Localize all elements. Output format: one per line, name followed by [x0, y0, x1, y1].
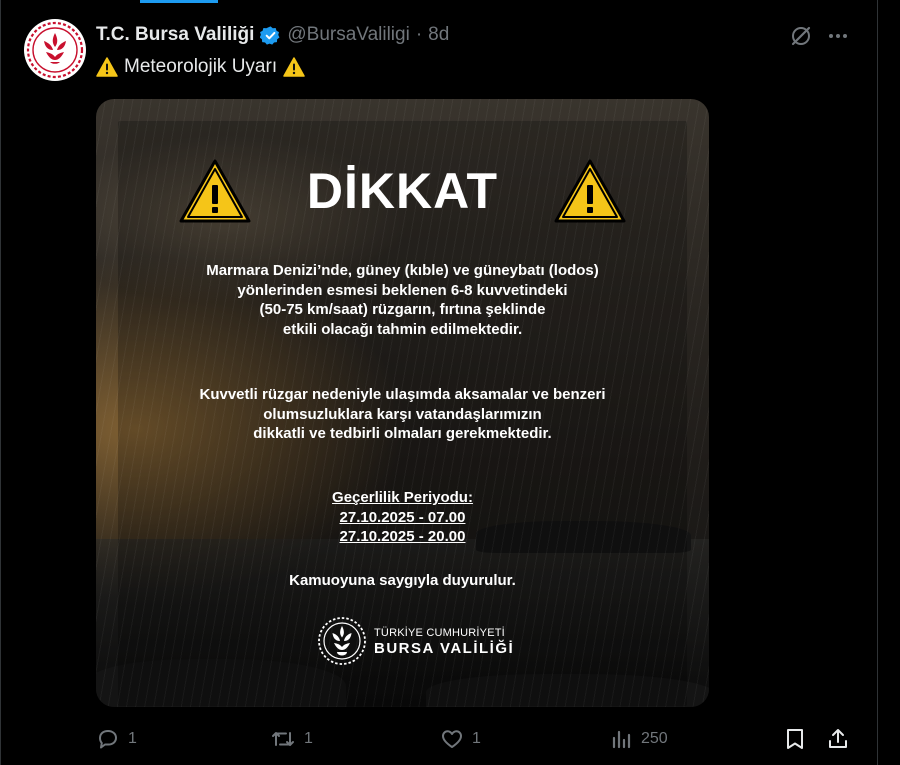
- views-icon: [612, 730, 631, 749]
- validity-period: Geçerlilik Periyodu: 27.10.2025 - 07.00 …: [96, 488, 709, 547]
- poster-line: Marmara Denizi’nde, güney (kıble) ve gün…: [206, 262, 599, 279]
- more-icon[interactable]: [826, 24, 850, 53]
- views-button[interactable]: 250: [611, 727, 668, 751]
- like-count: 1: [472, 730, 481, 747]
- poster-closing: Kamuoyuna saygıyla duyurulur.: [289, 572, 516, 589]
- like-icon: [442, 730, 462, 748]
- tab-indicator: [140, 0, 218, 3]
- validity-start: 27.10.2025 - 07.00: [339, 508, 466, 526]
- poster-line: (50-75 km/saat) rüzgarın, fırtına şeklin…: [259, 301, 546, 318]
- author-name[interactable]: T.C. Bursa Valiliği: [96, 24, 254, 46]
- validity-label: Geçerlilik Periyodu:: [332, 489, 473, 506]
- poster-line: yönlerinden esmesi beklenen 6-8 kuvvetin…: [237, 281, 568, 299]
- emblem-icon: [318, 617, 366, 665]
- warning-icon: [283, 57, 305, 77]
- tweet-media-image[interactable]: DİKKAT Marmara Denizi’nde, güney (kıble)…: [96, 99, 709, 707]
- repost-button[interactable]: 1: [270, 727, 313, 751]
- repost-count: 1: [304, 730, 313, 747]
- tweet-text: Meteorolojik Uyarı: [96, 56, 305, 78]
- poster-line: olumsuzluklara karşı vatandaşlarımızın: [263, 405, 542, 423]
- column-divider-right: [877, 0, 878, 765]
- verified-icon: [260, 25, 281, 46]
- validity-end: 27.10.2025 - 20.00: [339, 528, 466, 545]
- reply-button[interactable]: 1: [96, 727, 137, 751]
- column-divider-left: [0, 0, 1, 765]
- repost-icon: [272, 732, 294, 746]
- timestamp[interactable]: 8d: [428, 24, 449, 46]
- poster-line: Kuvvetli rüzgar nedeniyle ulaşımda aksam…: [199, 386, 606, 403]
- logo-line-2: BURSA VALİLİĞİ: [374, 640, 515, 657]
- poster-paragraph-2: Kuvvetli rüzgar nedeniyle ulaşımda aksam…: [96, 385, 709, 444]
- logo-line-1: TÜRKİYE CUMHURİYETİ: [374, 627, 505, 639]
- share-button[interactable]: [826, 727, 850, 751]
- views-count: 250: [641, 730, 668, 747]
- separator: ·: [415, 24, 423, 45]
- tweet-body-text: Meteorolojik Uyarı: [124, 56, 278, 77]
- author-handle[interactable]: @BursaValiligi: [287, 24, 409, 46]
- like-button[interactable]: 1: [440, 727, 481, 751]
- poster-line: dikkatli ve tedbirli olmaları gerekmekte…: [253, 425, 552, 442]
- bursa-valiligi-logo: [26, 21, 84, 79]
- poster-logo: TÜRKİYE CUMHURİYETİ BURSA VALİLİĞİ: [316, 615, 514, 667]
- poster-paragraph-1: Marmara Denizi’nde, güney (kıble) ve gün…: [96, 261, 709, 339]
- tweet-header: T.C. Bursa Valiliği @BursaValiligi · 8d: [96, 22, 449, 48]
- bookmark-button[interactable]: [784, 727, 806, 751]
- reply-count: 1: [128, 730, 137, 747]
- poster-title: DİKKAT: [306, 163, 499, 219]
- grok-icon[interactable]: [789, 24, 813, 53]
- share-icon: [829, 729, 847, 748]
- poster-line: etkili olacağı tahmin edilmektedir.: [282, 320, 523, 338]
- warning-icon: [96, 57, 118, 77]
- bookmark-icon: [787, 729, 803, 749]
- reply-icon: [99, 730, 117, 749]
- avatar[interactable]: [24, 19, 86, 81]
